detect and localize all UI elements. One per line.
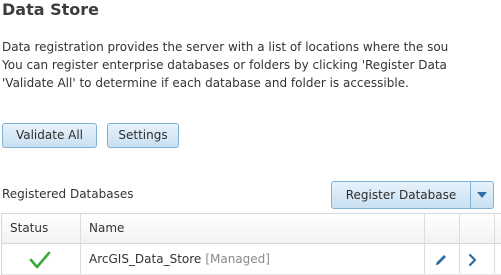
register-database-split-button: Register Database [331, 181, 494, 209]
checkmark-icon [29, 250, 51, 274]
table-header: Status Name [2, 214, 501, 244]
description-line-2: You can register enterprise databases or… [2, 58, 447, 72]
description-line-1: Data registration provides the server wi… [2, 40, 449, 54]
table-row[interactable]: ArcGIS_Data_Store [Managed] [2, 244, 501, 275]
column-header-name[interactable]: Name [89, 221, 124, 235]
page-title: Data Store [2, 0, 99, 19]
pencil-icon[interactable] [434, 252, 448, 271]
registered-databases-label: Registered Databases [2, 187, 134, 201]
chevron-down-icon [477, 192, 487, 198]
column-header-status[interactable]: Status [10, 221, 48, 235]
row-name-cell: ArcGIS_Data_Store [Managed] [89, 252, 270, 266]
validate-all-button[interactable]: Validate All [2, 123, 97, 148]
page-description: Data registration provides the server wi… [2, 38, 448, 92]
register-database-button[interactable]: Register Database [332, 182, 470, 208]
chevron-right-icon[interactable] [468, 252, 478, 271]
registered-databases-table: Status Name ArcGIS_Data_Store [Managed] [1, 213, 501, 275]
row-name: ArcGIS_Data_Store [89, 252, 202, 266]
settings-button[interactable]: Settings [107, 123, 179, 148]
register-database-dropdown[interactable] [470, 182, 493, 208]
data-store-page: Data Store Data registration provides th… [0, 0, 501, 275]
managed-tag: [Managed] [205, 252, 270, 266]
description-line-3: 'Validate All' to determine if each data… [2, 76, 409, 90]
